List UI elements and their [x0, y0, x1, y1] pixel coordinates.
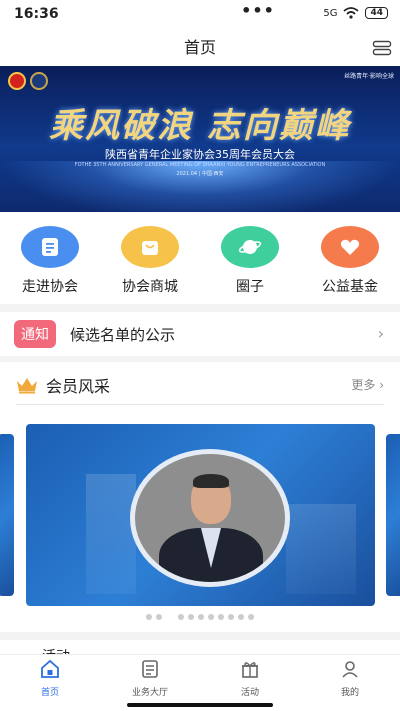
- quick-entry-charity[interactable]: 公益基金: [300, 218, 400, 302]
- gift-icon: [242, 662, 258, 678]
- quick-entry-grid: 走进协会 协会商城 圈子 公益基金: [0, 218, 400, 302]
- battery-indicator: 44: [365, 7, 388, 19]
- section-underline: [16, 404, 384, 405]
- carousel-card-next[interactable]: [386, 434, 400, 596]
- tab-mine[interactable]: 我的: [300, 655, 400, 700]
- member-portrait: [130, 449, 290, 587]
- members-title: 会员风采: [46, 377, 111, 396]
- quick-entry-label: 公益基金: [322, 279, 378, 295]
- banner-subtitle: 陕西省青年企业家协会35周年会员大会: [105, 148, 295, 161]
- heart-hand-icon: [321, 226, 379, 268]
- quick-entry-circle[interactable]: 圈子: [200, 218, 300, 302]
- pagination-dot[interactable]: [178, 614, 184, 620]
- signal-icon: 5G: [323, 7, 338, 19]
- association-logo: [30, 72, 48, 90]
- info-card-icon: [21, 226, 79, 268]
- tab-label: 首页: [40, 688, 59, 698]
- wifi-icon: [343, 7, 360, 19]
- bottom-tab-bar: 首页 业务大厅 活动 我的: [0, 654, 400, 700]
- carousel-card-current[interactable]: [26, 424, 375, 606]
- document-icon: [142, 660, 158, 678]
- quick-entry-label: 走进协会: [22, 279, 78, 295]
- notice-tag: 通知: [14, 320, 56, 348]
- banner-english: FOTHE 35TH ANNIVERSARY GENERAL MEETING O…: [74, 162, 326, 168]
- pagination-dot[interactable]: [208, 614, 214, 620]
- pagination-dot[interactable]: [188, 614, 194, 620]
- pagination-dot[interactable]: [156, 614, 162, 620]
- person-icon: [342, 661, 358, 678]
- status-indicators: 5G 44: [323, 7, 388, 19]
- more-link-label: 更多: [351, 378, 376, 392]
- crown-icon: [17, 378, 37, 394]
- pagination-dot[interactable]: [198, 614, 204, 620]
- quick-entry-about[interactable]: 走进协会: [0, 218, 100, 302]
- section-divider: [0, 304, 400, 312]
- more-link[interactable]: 更多 ›: [351, 376, 384, 393]
- members-section-header: 会员风采 更多 ›: [0, 362, 400, 408]
- carousel-card-prev[interactable]: [0, 434, 14, 596]
- chevron-right-icon: ›: [377, 324, 384, 343]
- tab-label: 业务大厅: [131, 688, 168, 698]
- member-carousel[interactable]: [0, 420, 400, 606]
- pagination-dot[interactable]: [248, 614, 254, 620]
- tab-activity[interactable]: 活动: [200, 655, 300, 700]
- status-bar: 16:36 ••• 5G 44: [0, 0, 400, 30]
- pagination-dot[interactable]: [146, 614, 152, 620]
- banner-calligraphy: 乘风破浪 志向巅峰: [49, 106, 351, 146]
- banner-glow: [0, 161, 400, 212]
- home-icon: [41, 659, 59, 678]
- page-title: 首页: [183, 38, 216, 57]
- pagination-dot[interactable]: [218, 614, 224, 620]
- tab-home[interactable]: 首页: [0, 655, 100, 700]
- portrait-hair: [193, 474, 229, 488]
- card-background-building: [86, 474, 136, 594]
- banner-slogan: 丝路青年·影响全球: [344, 73, 394, 80]
- emblem-logo: [8, 72, 26, 90]
- quick-entry-label: 协会商城: [122, 279, 178, 295]
- shopping-bag-icon: [121, 226, 179, 268]
- layout-toggle-icon[interactable]: [372, 40, 392, 56]
- tab-label: 我的: [340, 688, 359, 698]
- quick-entry-mall[interactable]: 协会商城: [100, 218, 200, 302]
- banner-date: 2021.04 | 中国·西安: [176, 171, 224, 177]
- status-time: 16:36: [14, 6, 59, 22]
- home-indicator[interactable]: [127, 703, 273, 707]
- notice-text: 候选名单的公示: [70, 325, 176, 344]
- activity-section-header: 活动: [0, 632, 400, 665]
- page-header: 首页: [0, 30, 400, 66]
- pagination-dot[interactable]: [238, 614, 244, 620]
- quick-entry-label: 圈子: [236, 279, 264, 295]
- pagination-dot[interactable]: [228, 614, 234, 620]
- notice-bar[interactable]: 通知 候选名单的公示 ›: [0, 312, 400, 356]
- planet-icon: [221, 226, 279, 268]
- banner[interactable]: 丝路青年·影响全球 乘风破浪 志向巅峰 陕西省青年企业家协会35周年会员大会 F…: [0, 66, 400, 212]
- carousel-pagination: [0, 614, 400, 624]
- tab-business-hall[interactable]: 业务大厅: [100, 655, 200, 700]
- tab-label: 活动: [240, 688, 259, 698]
- card-background-building: [286, 504, 356, 594]
